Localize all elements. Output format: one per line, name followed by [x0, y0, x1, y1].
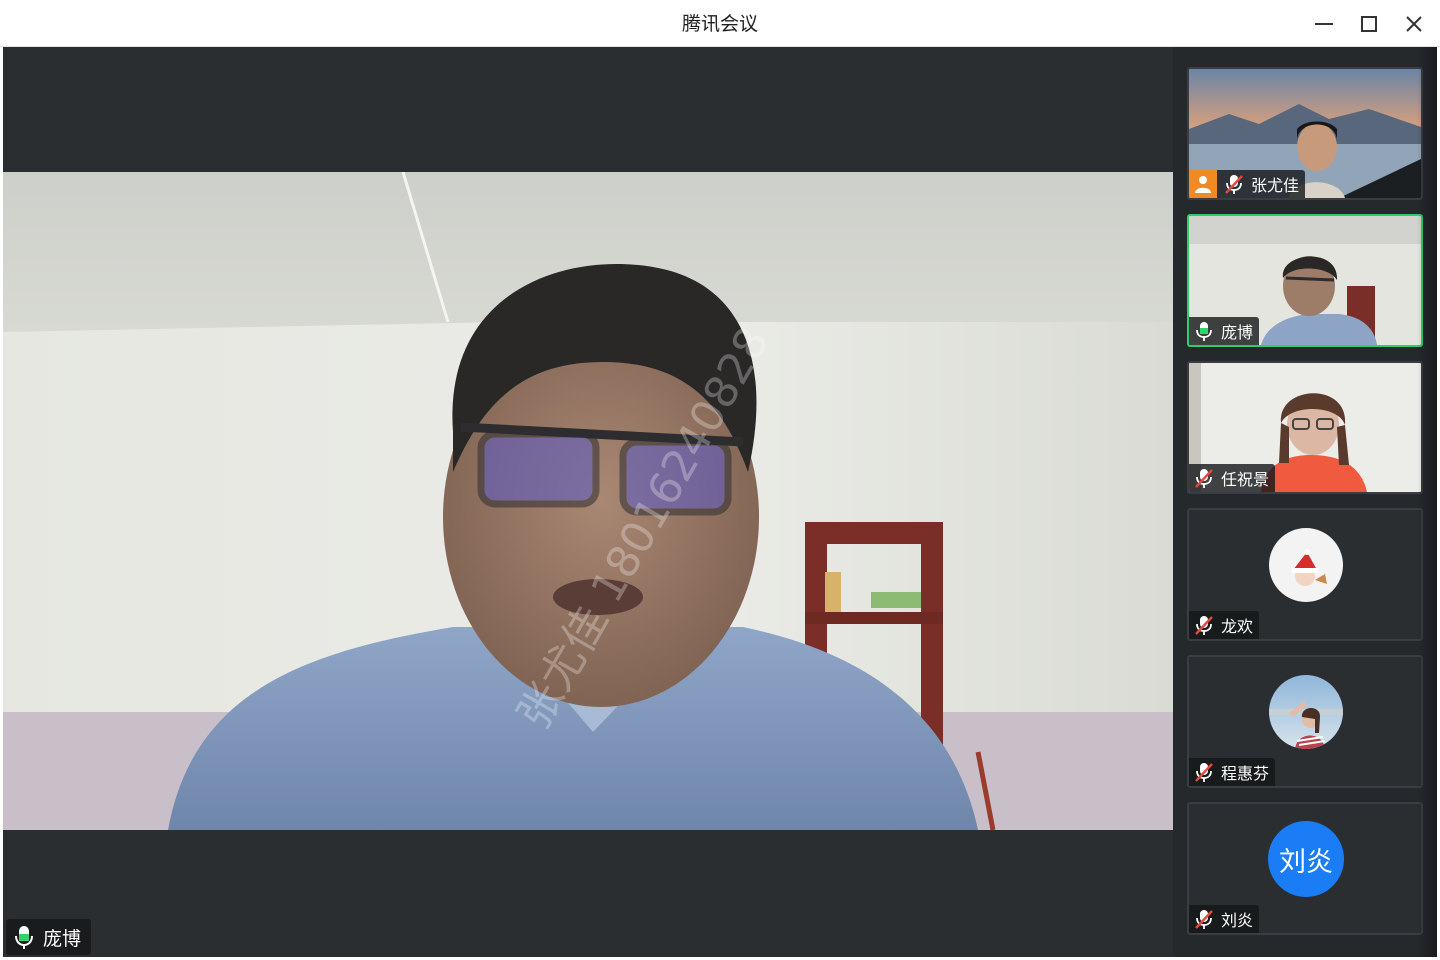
participant-tile[interactable]: 龙欢	[1187, 508, 1423, 641]
minimize-button[interactable]	[1308, 8, 1340, 40]
mic-muted-icon	[1195, 910, 1213, 929]
photo-avatar	[1269, 675, 1343, 749]
window-title: 腾讯会议	[681, 13, 758, 35]
mic-muted-icon	[1195, 469, 1213, 488]
active-speaker-tag: 庞博	[6, 919, 92, 955]
christmas-hat-avatar	[1269, 528, 1343, 602]
participant-name-tag: 庞博	[1189, 317, 1260, 345]
participant-list[interactable]: 张尤佳 庞博 任祝景 龙欢 程惠芬 刘炎 刘炎	[1173, 47, 1437, 957]
participant-name: 庞博	[1221, 323, 1254, 342]
main-speaker-video: 张尤佳 18016240828	[3, 172, 1173, 830]
participant-name-tag: 张尤佳	[1189, 170, 1306, 198]
minimize-icon	[1315, 23, 1333, 25]
participant-tile[interactable]: 张尤佳	[1187, 67, 1423, 200]
participant-tile[interactable]: 任祝景	[1187, 361, 1423, 494]
host-icon	[1189, 170, 1217, 198]
participant-name: 张尤佳	[1251, 176, 1300, 195]
participant-name: 任祝景	[1221, 470, 1270, 489]
title-bar: 腾讯会议	[0, 0, 1440, 47]
mic-muted-icon	[1195, 616, 1213, 635]
mic-muted-icon	[1195, 763, 1213, 782]
text-avatar: 刘炎	[1268, 821, 1344, 897]
close-icon	[1406, 16, 1422, 32]
participant-name-tag: 程惠芬	[1189, 758, 1276, 786]
participant-tile[interactable]: 刘炎 刘炎	[1187, 802, 1423, 935]
participant-name-tag: 龙欢	[1189, 611, 1260, 639]
participant-name: 程惠芬	[1221, 764, 1270, 783]
main-stage[interactable]: 张尤佳 18016240828 庞博	[3, 47, 1173, 957]
participant-name-tag: 刘炎	[1189, 905, 1260, 933]
active-speaker-name: 庞博	[43, 927, 82, 950]
participant-name: 刘炎	[1221, 911, 1254, 930]
close-button[interactable]	[1398, 8, 1430, 40]
participant-tile-active[interactable]: 庞博	[1187, 214, 1423, 347]
rail-edge-shadow	[1417, 47, 1437, 957]
participant-name: 龙欢	[1221, 617, 1254, 636]
maximize-button[interactable]	[1353, 8, 1385, 40]
participant-name-tag: 任祝景	[1189, 464, 1276, 492]
maximize-icon	[1361, 16, 1377, 32]
mic-on-icon	[15, 926, 33, 949]
mic-on-icon	[1196, 322, 1212, 341]
mic-muted-icon	[1225, 175, 1243, 194]
participant-tile[interactable]: 程惠芬	[1187, 655, 1423, 788]
